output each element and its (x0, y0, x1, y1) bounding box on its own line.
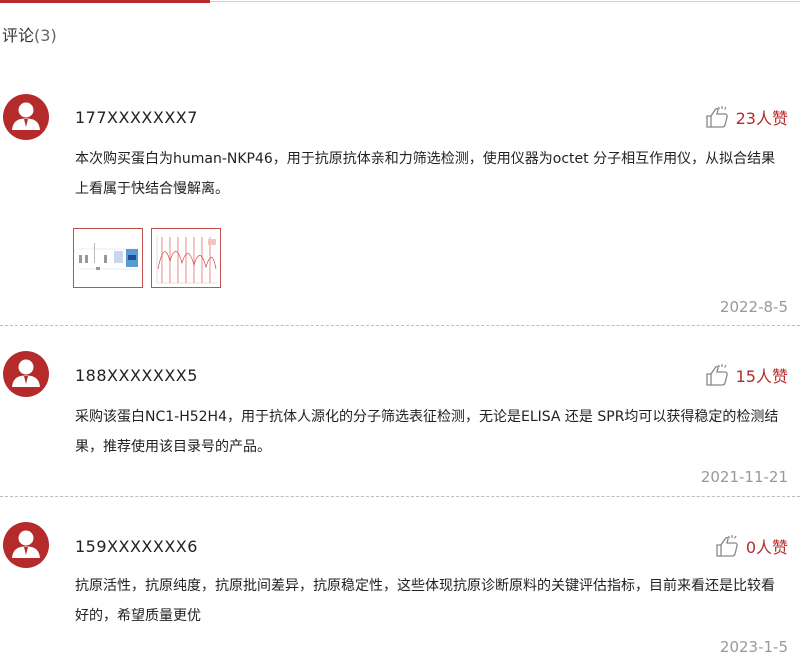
like-count: 23人赞 (735, 109, 788, 128)
thumbs-up-icon (705, 106, 728, 128)
comment-date: 2023-1-5 (719, 638, 788, 656)
thumbs-up-icon (705, 364, 728, 386)
comments-heading: 评论(3) (2, 22, 57, 46)
tab-underline (0, 0, 800, 4)
active-tab-indicator (0, 0, 210, 3)
user-avatar-icon (3, 351, 49, 397)
like-count: 0人赞 (745, 538, 788, 557)
comment-username: 188XXXXXXX5 (75, 366, 198, 385)
comment-username: 159XXXXXXX6 (75, 537, 198, 556)
comments-count: (3) (34, 26, 57, 45)
comment-username: 177XXXXXXX7 (75, 108, 198, 127)
user-avatar-icon (3, 522, 49, 568)
binding-curve-thumbnail[interactable] (151, 228, 221, 288)
comment-text: 采购该蛋白NC1-H52H4，用于抗体人源化的分子筛选表征检测，无论是ELISA… (75, 409, 779, 455)
like-count: 15人赞 (735, 367, 788, 386)
result-table-thumbnail[interactable] (73, 228, 143, 288)
comment-text: 抗原活性，抗原纯度，抗原批间差异，抗原稳定性，这些体现抗原诊断原料的关键评估指标… (75, 578, 775, 624)
comment-images (73, 228, 221, 288)
comment-divider (0, 496, 800, 497)
like-button[interactable]: 0人赞 (714, 533, 788, 559)
thumbs-up-icon (716, 535, 738, 557)
like-button[interactable]: 15人赞 (704, 362, 788, 388)
comment-date: 2022-8-5 (719, 298, 788, 316)
comment-divider (0, 325, 800, 326)
comment-text: 本次购买蛋白为human-NKP46，用于抗原抗体亲和力筛选检测，使用仪器为oc… (75, 151, 776, 197)
comment-date: 2021-11-21 (700, 468, 788, 486)
user-avatar-icon (3, 94, 49, 140)
like-button[interactable]: 23人赞 (704, 104, 788, 130)
comments-title: 评论 (2, 26, 35, 45)
